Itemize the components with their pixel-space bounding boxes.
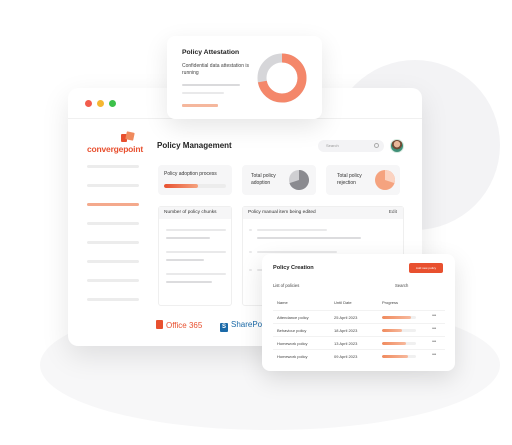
chunk-line <box>166 251 226 253</box>
search-placeholder: Search <box>326 143 339 148</box>
policy-creation-title: Policy Creation <box>273 265 314 271</box>
policy-progress-fill <box>382 316 411 319</box>
convergepoint-logo-icon <box>121 131 135 142</box>
sharepoint-logo: S SharePo <box>220 320 262 332</box>
window-controls <box>85 100 116 107</box>
total-rejection-label: Total policy rejection <box>337 173 362 186</box>
sidebar-item-active[interactable] <box>87 203 139 206</box>
attestation-description: Confidential data attestation is running <box>182 63 249 76</box>
list-of-policies-label: List of policies <box>273 283 300 288</box>
attestation-title: Policy Attestation <box>182 49 240 56</box>
attestation-line <box>182 92 224 94</box>
policy-manual-header: Policy manual item being edited Edit <box>243 207 403 219</box>
more-options-icon[interactable]: ••• <box>432 352 436 358</box>
table-row[interactable]: Attendance policy 25 April 2023 ••• <box>273 310 445 323</box>
adoption-pie-icon <box>289 170 309 190</box>
policy-progress-bar <box>382 342 416 345</box>
minimize-dot-icon[interactable] <box>97 100 104 107</box>
policy-date: 09 April 2023 <box>334 354 358 359</box>
maximize-dot-icon[interactable] <box>109 100 116 107</box>
sharepoint-text: SharePo <box>231 320 263 329</box>
scene: convergepoint Policy Management Search P… <box>0 0 512 445</box>
adoption-process-fill <box>164 184 199 188</box>
attestation-accent-line <box>182 104 218 107</box>
avatar[interactable] <box>390 139 404 153</box>
policy-creation-card: Policy Creation Add new policy List of p… <box>262 254 455 371</box>
table-row[interactable]: Homework policy 09 April 2023 ••• <box>273 349 445 362</box>
table-row[interactable]: Behaviour policy 18 April 2023 ••• <box>273 323 445 336</box>
policy-manual-title: Policy manual item being edited <box>248 210 316 215</box>
total-adoption-label: Total policy adoption <box>251 173 276 186</box>
search-input[interactable]: Search <box>318 140 384 152</box>
logo-text: convergepoint <box>87 144 143 154</box>
sidebar-item-2[interactable] <box>87 184 139 187</box>
column-header-progress: Progress <box>382 300 399 305</box>
more-options-icon[interactable]: ••• <box>432 326 436 332</box>
chunk-line <box>166 229 226 231</box>
attestation-donut-chart <box>257 53 307 103</box>
adoption-process-label: Policy adoption process <box>164 171 217 177</box>
office-icon <box>156 320 163 329</box>
policy-name: Behaviour policy <box>277 328 307 333</box>
chunk-line <box>166 281 212 283</box>
total-rejection-card[interactable]: Total policy rejection <box>326 165 400 195</box>
chunk-line <box>166 259 204 261</box>
policy-progress-fill <box>382 329 403 332</box>
bullet <box>249 251 252 253</box>
close-dot-icon[interactable] <box>85 100 92 107</box>
edit-button[interactable]: Edit <box>389 207 397 219</box>
page-title: Policy Management <box>157 141 232 150</box>
search-icon <box>374 143 379 148</box>
policy-progress-bar <box>382 316 416 319</box>
office365-text: Office 365 <box>166 321 203 330</box>
total-adoption-card[interactable]: Total policy adoption <box>242 165 316 195</box>
policy-name: Homework policy <box>277 354 308 359</box>
sidebar-item-1[interactable] <box>87 165 139 168</box>
manual-line <box>257 237 361 239</box>
bullet <box>249 229 252 231</box>
manual-line <box>257 251 337 253</box>
rejection-pie-icon <box>375 170 395 190</box>
policy-progress-bar <box>382 329 416 332</box>
office365-logo: Office 365 <box>156 320 202 330</box>
sidebar-item-4[interactable] <box>87 222 139 225</box>
adoption-process-bar <box>164 184 226 188</box>
policy-progress-fill <box>382 342 406 345</box>
policy-name: Homework policy <box>277 341 308 346</box>
policy-chunks-panel: Number of policy chunks <box>158 206 232 306</box>
policy-chunks-title: Number of policy chunks <box>159 207 231 219</box>
policy-date: 18 April 2023 <box>334 328 358 333</box>
chunk-line <box>166 237 210 239</box>
sidebar-item-5[interactable] <box>87 241 139 244</box>
column-header-date: Until Date <box>334 300 352 305</box>
sharepoint-icon: S <box>220 323 228 332</box>
more-options-icon[interactable]: ••• <box>432 313 436 319</box>
policy-search-link[interactable]: Search <box>395 283 408 288</box>
policy-progress-bar <box>382 355 416 358</box>
more-options-icon[interactable]: ••• <box>432 339 436 345</box>
attestation-line <box>182 84 240 86</box>
policy-attestation-card[interactable]: Policy Attestation Confidential data att… <box>167 36 322 119</box>
add-new-policy-button[interactable]: Add new policy <box>409 263 443 273</box>
sidebar-item-7[interactable] <box>87 279 139 282</box>
column-header-name: Name <box>277 300 288 305</box>
policy-date: 25 April 2023 <box>334 315 358 320</box>
table-row[interactable]: Homework policy 13 April 2023 ••• <box>273 336 445 349</box>
logo[interactable]: convergepoint <box>87 131 149 158</box>
adoption-process-card[interactable]: Policy adoption process <box>158 165 232 195</box>
policy-date: 13 April 2023 <box>334 341 358 346</box>
manual-line <box>257 229 327 231</box>
sidebar-item-8[interactable] <box>87 298 139 301</box>
bullet <box>249 269 252 271</box>
policy-name: Attendance policy <box>277 315 309 320</box>
chunk-line <box>166 273 226 275</box>
policy-progress-fill <box>382 355 408 358</box>
sidebar-item-6[interactable] <box>87 260 139 263</box>
